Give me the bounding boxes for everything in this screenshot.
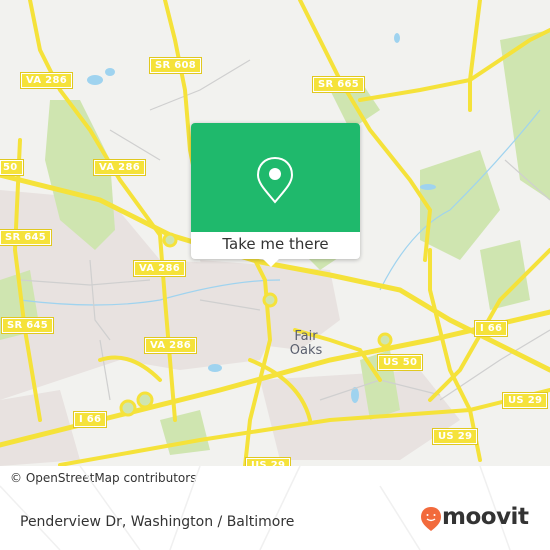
map-pin-icon: [256, 156, 294, 204]
road-shield: US 29: [244, 457, 292, 466]
road-shield: VA 286: [133, 260, 186, 277]
road-shield: I 66: [72, 411, 108, 428]
road-shield: US 29: [431, 428, 479, 445]
popup-header: [191, 123, 360, 232]
road-shield: US 29: [501, 392, 549, 409]
take-me-there-button[interactable]: Take me there: [191, 232, 360, 259]
road-shield: VA 286: [93, 159, 146, 176]
location-title: Penderview Dr, Washington / Baltimore: [20, 514, 295, 530]
location-popup: Take me there: [191, 123, 360, 267]
road-shield: VA 286: [144, 337, 197, 354]
road-shield: I 66: [473, 320, 509, 337]
road-shield: SR 608: [148, 57, 203, 74]
road-shield: SR 645: [0, 229, 53, 246]
road-shield: VA 286: [20, 72, 73, 89]
road-shield: SR 665: [311, 76, 366, 93]
brand-name: moovit: [442, 504, 529, 530]
road-shield: US 50: [376, 354, 424, 371]
moovit-pin-icon: [421, 507, 441, 531]
road-shield: 50: [0, 159, 24, 176]
popup-pointer: [263, 259, 279, 267]
road-shield: SR 645: [0, 317, 55, 334]
place-label-fair-oaks: Fair Oaks: [289, 329, 323, 358]
